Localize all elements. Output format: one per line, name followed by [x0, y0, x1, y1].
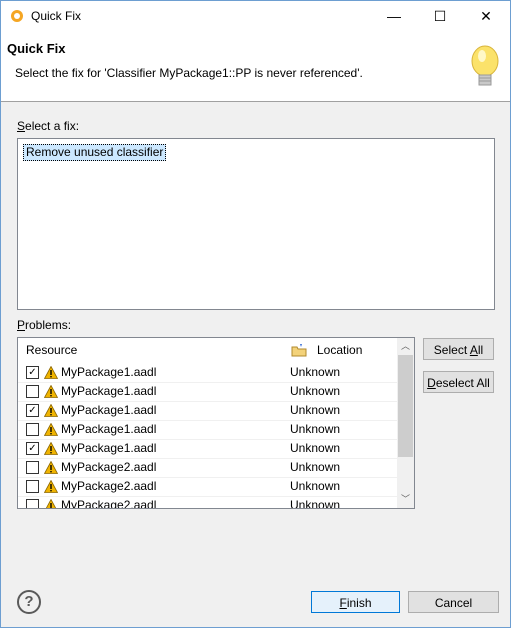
- finish-mnemonic: F: [339, 596, 347, 610]
- quick-fix-dialog: Quick Fix — ☐ ✕ Quick Fix Select the fix…: [0, 0, 511, 628]
- table-row[interactable]: MyPackage2.aadl Unknown: [18, 496, 397, 509]
- table-row[interactable]: ✓ MyPackage1.aadl Unknown: [18, 401, 397, 421]
- row-checkbox[interactable]: [26, 461, 39, 474]
- select-all-label-post: ll: [477, 343, 484, 357]
- finish-label: inish: [346, 596, 372, 610]
- warning-icon: [44, 366, 58, 379]
- location-cell: Unknown: [290, 365, 341, 379]
- fix-list[interactable]: Remove unused classifier: [17, 138, 495, 310]
- table-row[interactable]: MyPackage1.aadl Unknown: [18, 420, 397, 440]
- window-title: Quick Fix: [31, 9, 82, 23]
- location-cell: Unknown: [290, 384, 341, 398]
- row-checkbox[interactable]: [26, 423, 39, 436]
- close-button[interactable]: ✕: [463, 1, 509, 31]
- table-row[interactable]: ✓ MyPackage1.aadl Unknown: [18, 439, 397, 459]
- warning-icon: [44, 385, 58, 398]
- resource-cell: MyPackage1.aadl: [61, 403, 157, 417]
- deselect-all-mnemonic: D: [427, 376, 436, 390]
- resource-cell: MyPackage2.aadl: [61, 498, 157, 509]
- resource-cell: MyPackage1.aadl: [61, 365, 157, 379]
- select-all-button[interactable]: Select All: [423, 338, 494, 360]
- row-checkbox[interactable]: ✓: [26, 366, 39, 379]
- problems-label: Problems:: [17, 318, 71, 332]
- table-row[interactable]: MyPackage2.aadl Unknown: [18, 477, 397, 497]
- select-fix-label-text: elect a fix:: [25, 119, 80, 133]
- minimize-button[interactable]: —: [371, 1, 417, 31]
- maximize-button[interactable]: ☐: [417, 1, 463, 31]
- resource-cell: MyPackage1.aadl: [61, 441, 157, 455]
- header-description: Select the fix for 'Classifier MyPackage…: [15, 66, 363, 80]
- warning-icon: [44, 404, 58, 417]
- table-row[interactable]: MyPackage1.aadl Unknown: [18, 382, 397, 402]
- select-all-mnemonic: A: [469, 343, 478, 357]
- warning-icon: [44, 423, 58, 436]
- row-checkbox[interactable]: [26, 480, 39, 493]
- table-row[interactable]: ✓ MyPackage1.aadl Unknown: [18, 363, 397, 383]
- select-fix-label: Select a fix:: [17, 119, 79, 133]
- table-row[interactable]: MyPackage2.aadl Unknown: [18, 458, 397, 478]
- deselect-all-button[interactable]: Deselect All: [423, 371, 494, 393]
- scroll-thumb[interactable]: [398, 355, 413, 457]
- select-all-label-pre: Select: [433, 343, 470, 357]
- location-cell: Unknown: [290, 460, 341, 474]
- scroll-down-arrow-icon[interactable]: ﹀: [397, 491, 414, 508]
- cancel-button[interactable]: Cancel: [408, 591, 499, 613]
- fix-item[interactable]: Remove unused classifier: [23, 144, 167, 161]
- location-cell: Unknown: [290, 403, 341, 417]
- deselect-all-label: eselect All: [435, 376, 490, 390]
- warning-icon: [44, 442, 58, 455]
- lightbulb-icon: [471, 45, 499, 86]
- row-checkbox[interactable]: [26, 499, 39, 508]
- dialog-header: Quick Fix Select the fix for 'Classifier…: [1, 31, 510, 102]
- location-cell: Unknown: [290, 441, 341, 455]
- problems-mnemonic: P: [17, 318, 26, 332]
- resource-cell: MyPackage2.aadl: [61, 479, 157, 493]
- location-cell: Unknown: [290, 479, 341, 493]
- location-header-label: Location: [317, 343, 363, 357]
- problems-table[interactable]: Resource Location ✓ MyPackage1.aadl Unknow…: [17, 337, 415, 509]
- column-header-location[interactable]: Location: [284, 338, 396, 362]
- eclipse-app-icon: [11, 10, 23, 22]
- vertical-scrollbar[interactable]: ︿ ﹀: [397, 338, 414, 508]
- row-checkbox[interactable]: ✓: [26, 404, 39, 417]
- select-fix-mnemonic: S: [17, 119, 26, 133]
- problems-label-text: roblems:: [25, 318, 72, 332]
- warning-icon: [45, 499, 57, 508]
- warning-icon: [44, 461, 58, 474]
- location-cell: Unknown: [290, 498, 341, 509]
- column-header-resource[interactable]: Resource: [18, 338, 292, 362]
- resource-cell: MyPackage2.aadl: [61, 460, 157, 474]
- resource-cell: MyPackage1.aadl: [61, 384, 157, 398]
- finish-button[interactable]: Finish: [311, 591, 400, 613]
- location-cell: Unknown: [290, 422, 341, 436]
- header-title: Quick Fix: [7, 41, 66, 56]
- row-checkbox[interactable]: [26, 385, 39, 398]
- row-checkbox[interactable]: ✓: [26, 442, 39, 455]
- warning-icon: [44, 480, 58, 493]
- resource-cell: MyPackage1.aadl: [61, 422, 157, 436]
- location-sort-icon: [291, 344, 307, 357]
- title-bar: Quick Fix — ☐ ✕: [1, 1, 510, 31]
- scroll-up-arrow-icon[interactable]: ︿: [397, 338, 414, 355]
- help-icon[interactable]: ?: [17, 590, 41, 614]
